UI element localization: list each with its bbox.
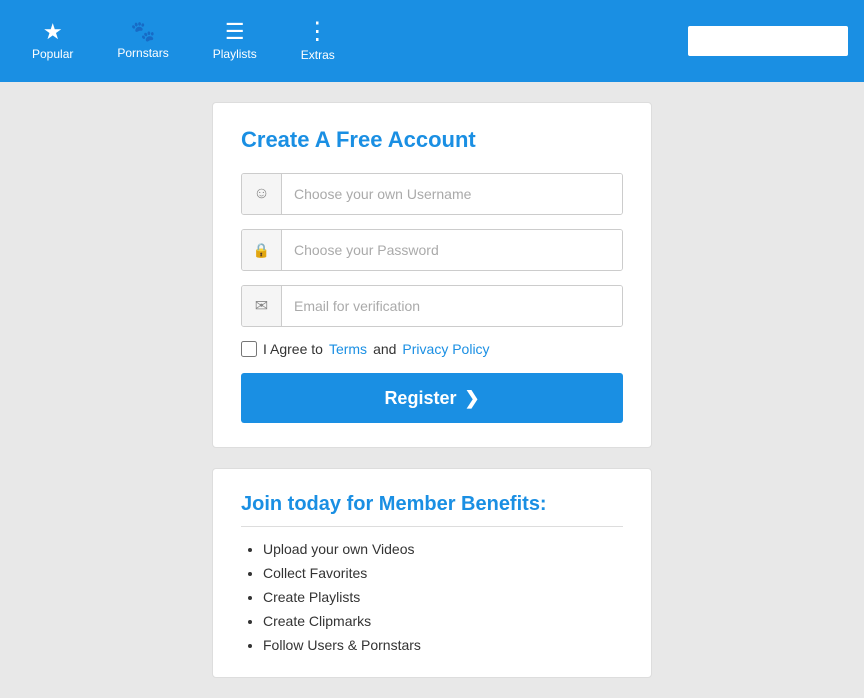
privacy-link[interactable]: Privacy Policy [402,341,489,357]
popular-icon: ★ [43,21,63,43]
agree-text: I Agree to [263,341,323,357]
register-label: Register [384,388,456,409]
nav-pornstars[interactable]: 🐾 Pornstars [95,0,190,82]
search-container [688,26,848,56]
register-title: Create A Free Account [241,127,623,153]
extras-icon: ⋮ [305,20,330,44]
email-input[interactable] [282,286,622,326]
terms-link[interactable]: Terms [329,341,367,357]
benefits-title: Join today for Member Benefits: [241,493,623,527]
agree-checkbox[interactable] [241,341,257,357]
nav-extras[interactable]: ⋮ Extras [279,0,357,82]
register-button[interactable]: Register ❯ [241,373,623,423]
benefit-item: Collect Favorites [263,565,623,581]
password-input[interactable] [282,230,622,270]
email-group: ✉ [241,285,623,327]
benefits-card: Join today for Member Benefits: Upload y… [212,468,652,678]
register-arrow-icon: ❯ [464,388,479,409]
benefit-item: Create Clipmarks [263,613,623,629]
playlists-icon: ☰ [225,21,245,43]
username-icon: ☺ [242,174,282,214]
password-group: 🔒 [241,229,623,271]
username-group: ☺ [241,173,623,215]
benefit-item: Upload your own Videos [263,541,623,557]
page-content: Create A Free Account ☺ 🔒 ✉ I Agree to T… [0,82,864,698]
username-input[interactable] [282,174,622,214]
pornstars-label: Pornstars [117,46,168,60]
navbar: ★ Popular 🐾 Pornstars ☰ Playlists ⋮ Extr… [0,0,864,82]
search-input[interactable] [688,26,848,56]
extras-label: Extras [301,48,335,62]
email-icon: ✉ [242,286,282,326]
benefit-item: Follow Users & Pornstars [263,637,623,653]
lock-icon: 🔒 [242,230,282,270]
nav-items: ★ Popular 🐾 Pornstars ☰ Playlists ⋮ Extr… [10,0,357,82]
benefits-list: Upload your own Videos Collect Favorites C… [241,541,623,653]
and-text: and [373,341,396,357]
agree-row: I Agree to Terms and Privacy Policy [241,341,623,357]
playlists-label: Playlists [213,47,257,61]
pornstars-icon: 🐾 [131,22,156,42]
nav-playlists[interactable]: ☰ Playlists [191,0,279,82]
benefit-item: Create Playlists [263,589,623,605]
popular-label: Popular [32,47,73,61]
register-card: Create A Free Account ☺ 🔒 ✉ I Agree to T… [212,102,652,448]
nav-popular[interactable]: ★ Popular [10,0,95,82]
